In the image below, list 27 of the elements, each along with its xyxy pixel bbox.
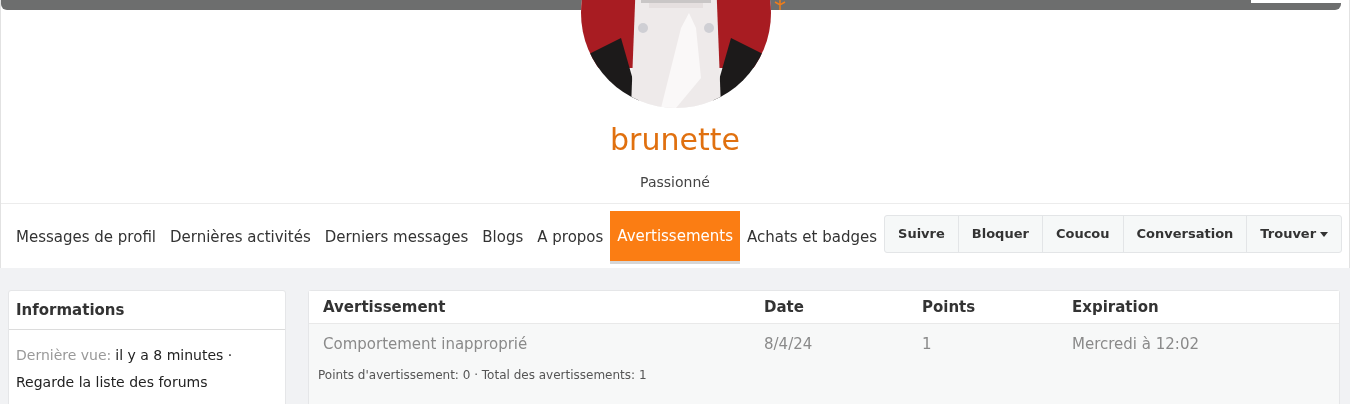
last-seen-value: il y a 8 minutes · <box>115 346 233 365</box>
action-button[interactable]: Suivre <box>885 216 958 252</box>
table-cell-text: 8/4/24 <box>764 333 814 355</box>
profile-tab[interactable]: Blogs <box>475 211 531 264</box>
table-cell-text: Comportement inapproprié <box>323 333 529 355</box>
column-header: Points <box>922 296 977 318</box>
user-rank: Passionné <box>640 173 710 192</box>
card-title: Informations <box>9 291 285 330</box>
username: brunette <box>610 121 740 159</box>
activity-text: Regarde la liste des forums <box>16 373 209 392</box>
action-button[interactable]: Bloquer <box>957 216 1042 252</box>
column-header: Date <box>764 296 805 318</box>
profile-tab[interactable]: Messages de profil <box>9 211 163 264</box>
table-cell-text: Mercredi à 12:02 <box>1072 333 1200 355</box>
sparkle-icon <box>774 0 786 10</box>
action-button[interactable]: Trouver <box>1246 216 1342 252</box>
table-cell-text: 1 <box>922 333 933 355</box>
column-header: Avertissement <box>323 296 447 318</box>
column-header: Expiration <box>1072 296 1160 318</box>
action-button[interactable]: Coucou <box>1041 216 1123 252</box>
profile-tab[interactable]: Dernières activités <box>163 211 318 264</box>
warnings-summary: Points d'avertissement: 0 · Total des avertissements: 1 <box>317 367 648 384</box>
action-button[interactable]: Conversation <box>1122 216 1247 252</box>
profile-tab[interactable]: Achats et badges <box>739 211 885 264</box>
last-seen-label: Dernière vue: <box>16 346 112 365</box>
profile-tab[interactable]: A propos <box>530 211 611 264</box>
profile-tab[interactable]: Derniers messages <box>317 211 476 264</box>
